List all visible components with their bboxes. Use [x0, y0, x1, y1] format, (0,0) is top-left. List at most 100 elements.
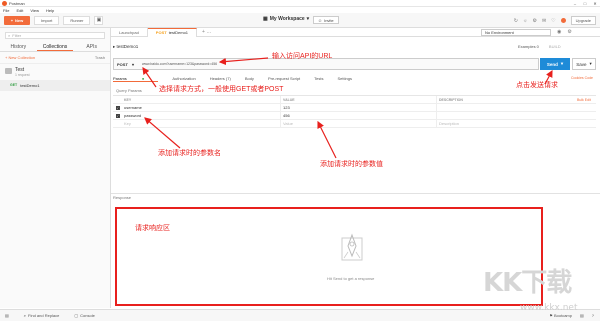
tab-history[interactable]: History [0, 43, 37, 51]
param-key-input[interactable]: password [122, 112, 281, 119]
tab-params[interactable]: Params ● [113, 76, 159, 82]
annotation-response-area: 请求响应区 [135, 225, 170, 232]
examples-dropdown[interactable]: Examples 0 [518, 44, 539, 49]
url-input[interactable]: www.baidu.com?username=123&password=456 [136, 62, 217, 66]
query-params-label: Query Params [116, 88, 142, 93]
user-plus-icon: ☺ [318, 17, 323, 23]
chevron-down-icon: ▾ [131, 61, 134, 67]
search-icon: ⌕ [8, 33, 11, 38]
new-button[interactable]: + New [4, 15, 30, 25]
new-collection-button[interactable]: + New Collection [5, 55, 35, 60]
minimize-icon[interactable]: – [570, 1, 580, 6]
tab-authorization[interactable]: Authorization [172, 76, 195, 82]
filter-input[interactable]: ⌕ Filter [5, 32, 105, 39]
trash-button[interactable]: Trash [95, 55, 105, 60]
tab-collections[interactable]: Collections [36, 43, 74, 51]
examples-area: Examples 0 BUILD [518, 44, 561, 49]
param-checkbox[interactable]: ✓ [115, 105, 120, 110]
add-tab-icon[interactable]: + … [197, 29, 216, 35]
tab-testdemo1[interactable]: POST testDemo1 [147, 27, 198, 37]
avatar[interactable] [560, 18, 566, 23]
satellite-icon[interactable]: ☼ [523, 18, 528, 24]
tab-apis[interactable]: APIs [73, 43, 110, 51]
help-icon[interactable]: ? [592, 313, 594, 318]
response-highlight-box [115, 207, 543, 306]
column-description: DESCRIPTION [439, 97, 463, 102]
watermark-url: www.kkx.net [520, 303, 578, 313]
import-button[interactable]: Import [34, 15, 60, 25]
tab-prerequest-script[interactable]: Pre-request Script [268, 76, 300, 82]
annotation-send: 点击发送请求 [516, 82, 558, 89]
request-name: testDemo1 [20, 83, 40, 88]
sync-icon[interactable]: ↻ [514, 18, 518, 24]
param-checkbox[interactable]: ✓ [115, 113, 120, 118]
console-button[interactable]: ▢ Console [74, 313, 94, 318]
chevron-down-icon: ▾ [560, 61, 564, 66]
send-button[interactable]: Send ▾ [540, 58, 570, 70]
table-row: ✓ username 123 [113, 104, 596, 112]
sidebar: ⌕ Filter History Collections APIs + New … [0, 28, 111, 308]
tab-launchpad[interactable]: Launchpad [111, 27, 148, 37]
maximize-icon[interactable]: □ [580, 1, 590, 6]
gear-icon[interactable]: ⚙ [567, 29, 571, 35]
runner-button[interactable]: Runner [63, 15, 91, 25]
tab-settings[interactable]: Settings [338, 76, 352, 82]
request-method-badge: GET [10, 83, 18, 87]
tab-tests[interactable]: Tests [314, 76, 323, 82]
plus-icon: + [10, 17, 14, 23]
sidebar-request-item[interactable]: GET testDemo1 [0, 80, 110, 91]
column-value: VALUE [281, 96, 437, 103]
param-description-input[interactable] [437, 112, 596, 119]
annotation-method: 选择请求方式，一般使用GET或者POST [159, 86, 284, 93]
new-key-input[interactable]: Key [122, 120, 281, 127]
search-icon: ⌕ [23, 313, 27, 318]
tab-headers[interactable]: Headers (7) [210, 76, 231, 82]
title-bar: Postman – □ ✕ [0, 0, 600, 7]
new-value-input[interactable]: Value [281, 120, 437, 127]
workspace-selector[interactable]: ▦ My Workspace ▾ [263, 16, 309, 22]
collection-actions: + New Collection Trash [0, 52, 110, 63]
new-description-input[interactable]: Description [437, 120, 596, 127]
invite-button[interactable]: ☺ Invite [313, 16, 339, 24]
menu-help[interactable]: Help [46, 8, 54, 13]
sidebar-toggle-icon[interactable]: ▤ [5, 313, 9, 318]
menu-edit[interactable]: Edit [16, 8, 23, 13]
param-description-input[interactable] [437, 104, 596, 111]
menu-view[interactable]: View [30, 8, 39, 13]
toolbar-right: ↻ ☼ ⚙ ✉ ♡ Upgrade [514, 16, 596, 25]
find-replace-button[interactable]: ⌕ Find and Replace [24, 313, 60, 318]
column-key: KEY [122, 96, 281, 103]
tab-body[interactable]: Body [245, 76, 254, 82]
caret-right-icon[interactable]: ▸ [113, 44, 115, 49]
request-title: ▸ testDemo1 [113, 44, 139, 49]
table-header: KEY VALUE DESCRIPTION [113, 96, 596, 104]
heart-icon[interactable]: ♡ [551, 18, 555, 24]
chevron-down-icon: ▾ [589, 61, 592, 66]
param-value-input[interactable]: 456 [281, 112, 437, 119]
build-label[interactable]: BUILD [549, 44, 561, 49]
collection-item-test[interactable]: Test 1 request [0, 63, 110, 80]
open-new-icon[interactable]: ▣ [94, 15, 104, 25]
status-right: ⚑ Bootcamp ▤ ? [549, 313, 594, 318]
notification-icon[interactable]: ✉ [542, 18, 546, 24]
cookies-code-links[interactable]: Cookies Code [571, 76, 593, 80]
response-label: Response [113, 195, 132, 200]
close-icon[interactable]: ✕ [590, 1, 600, 6]
environment-select[interactable]: No Environment [481, 29, 551, 36]
method-select[interactable]: POST ▾ [114, 62, 136, 67]
annotation-param-value: 添加请求时的参数值 [320, 161, 383, 168]
eye-icon[interactable]: ◉ [557, 29, 561, 35]
param-value-input[interactable]: 123 [281, 104, 437, 111]
status-bar: ▤ ⌕ Find and Replace ▢ Console ⚑ Bootcam… [0, 309, 600, 321]
save-button[interactable]: Save ▾ [572, 58, 596, 70]
settings-icon[interactable]: ⚙ [532, 18, 536, 24]
response-divider[interactable] [111, 193, 600, 194]
menu-file[interactable]: File [3, 8, 9, 13]
param-key-input[interactable]: username [122, 104, 281, 111]
upgrade-button[interactable]: Upgrade [570, 16, 596, 25]
bootcamp-button[interactable]: ⚑ Bootcamp [549, 313, 572, 318]
layout-icon[interactable]: ▤ [580, 313, 584, 318]
window-title: Postman [9, 0, 25, 6]
params-table: KEY VALUE DESCRIPTION ✓ username 123 ✓ p… [113, 95, 596, 128]
table-row: ✓ password 456 [113, 112, 596, 120]
